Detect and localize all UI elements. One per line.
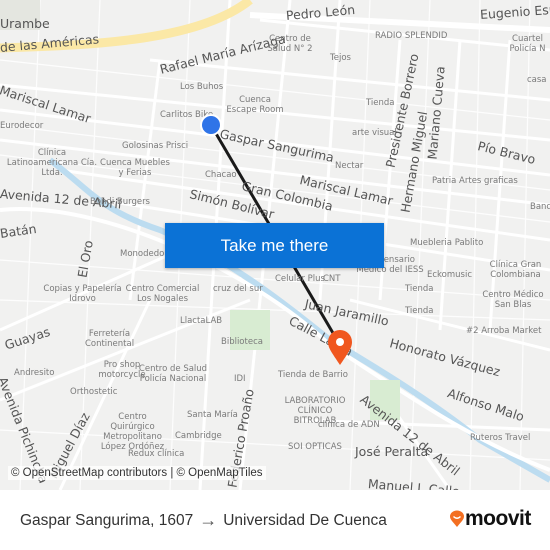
poi-label: clínica de ADN <box>318 420 380 430</box>
poi-label: Tienda <box>405 306 434 316</box>
poi-label: Patria Artes graficas <box>432 176 518 186</box>
street-label: José Peralta <box>355 444 429 459</box>
poi-label: Chacao <box>205 170 237 180</box>
moovit-pin-icon <box>450 510 464 527</box>
poi-label: Nectar <box>335 161 364 171</box>
poi-label: Cuartel Policía N <box>509 34 546 54</box>
poi-label: Copias y Papelería Idrovo <box>43 284 122 304</box>
poi-label: Tienda <box>366 98 395 108</box>
poi-label: Golosinas Prisci <box>122 141 189 151</box>
poi-label: Biblioteca <box>221 337 263 347</box>
poi-label: Centro de Salud N° 2 <box>267 34 313 54</box>
poi-label: Cambridge <box>175 431 222 441</box>
poi-label: Centro Quirúrgico Metropolitano López Or… <box>100 412 165 452</box>
poi-label: Ferretería Continental <box>84 329 135 349</box>
poi-label: Muebleria Pablito <box>410 238 484 248</box>
destination-name: Universidad De Cuenca <box>223 511 387 529</box>
moovit-logo: moovit <box>449 507 531 531</box>
poi-label: CNT <box>323 274 341 284</box>
poi-label: Tienda de Barrio <box>278 370 348 380</box>
footer: Gaspar Sangurima, 1607 → Universidad De … <box>0 490 550 550</box>
origin-marker-icon[interactable] <box>199 113 223 137</box>
poi-label: Celular Plus <box>275 274 325 284</box>
map[interactable]: Pedro León Eugenio Espejo de las América… <box>0 0 550 490</box>
poi-label: Tejos <box>330 53 351 63</box>
route-summary: Gaspar Sangurima, 1607 → Universidad De … <box>20 510 387 531</box>
poi-label: Tienda <box>405 284 434 294</box>
poi-label: Centro de Salud Policía Nacional <box>138 364 208 384</box>
poi-label: Bohdi Burgers <box>90 197 150 207</box>
map-attribution[interactable]: © OpenStreetMap contributors | © OpenMap… <box>8 466 266 480</box>
origin-name: Gaspar Sangurima, 1607 <box>20 511 194 529</box>
poi-label: Cuenca Muebles y Ferias <box>100 158 170 178</box>
poi-label: cruz del sur <box>213 284 263 294</box>
poi-label: Cuenca Escape Room <box>226 95 284 115</box>
poi-label: Centro Médico San Blas <box>482 290 544 310</box>
poi-label: Andresito <box>14 368 55 378</box>
poi-label: Santa María <box>187 410 238 420</box>
poi-label: Eurodecor <box>0 121 44 131</box>
destination-pin-icon[interactable] <box>326 328 354 366</box>
poi-label: Centro Comercial Los Nogales <box>125 284 200 304</box>
poi-label: Ruteros Travel <box>470 433 531 443</box>
poi-label: Los Buhos <box>180 82 224 92</box>
poi-label: casa <box>527 75 547 85</box>
poi-label: Banco <box>530 202 550 212</box>
poi-label: LlactaLAB <box>180 316 223 326</box>
poi-label: Clínica Gran Colombiana <box>489 260 542 280</box>
poi-label: Clínica Latinoamericana Cía. Ltda. <box>6 148 98 178</box>
poi-label: Redux clínica <box>128 449 185 459</box>
street-label: Urambe <box>0 16 50 31</box>
poi-label: Orthostetic <box>70 387 118 397</box>
take-me-there-button[interactable]: Take me there <box>165 223 384 268</box>
moovit-wordmark: moovit <box>465 507 531 530</box>
arrow-right-icon: → <box>199 510 218 530</box>
poi-label: IDI <box>234 374 246 384</box>
poi-label: RADIO SPLENDID <box>375 31 448 41</box>
poi-label: Eckomusic <box>427 270 472 280</box>
poi-label: arte visual <box>352 128 397 138</box>
poi-label: #2 Arroba Market <box>466 326 542 336</box>
poi-label: Monodedo <box>120 249 165 259</box>
poi-label: SOI OPTICAS <box>288 442 342 452</box>
